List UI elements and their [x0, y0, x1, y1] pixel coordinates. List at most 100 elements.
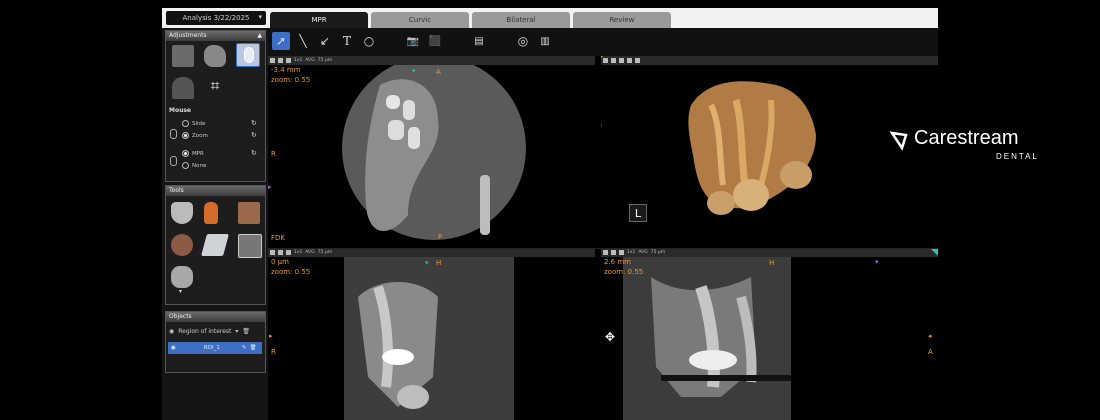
- camera-icon[interactable]: [270, 250, 275, 255]
- text-tool[interactable]: T: [338, 32, 356, 50]
- skull-icon[interactable]: [204, 45, 226, 67]
- purple-marker-icon[interactable]: ▸: [268, 183, 272, 191]
- trash-icon[interactable]: 🗑: [249, 345, 256, 351]
- zoom-level: zoom: 0.55: [271, 76, 311, 84]
- disc-icon[interactable]: ◎: [514, 32, 532, 50]
- reconstruction-label: FDK: [271, 234, 286, 242]
- reset-icon[interactable]: ↻: [251, 131, 257, 139]
- avg-select[interactable]: AVG: [305, 250, 314, 255]
- slice-depth: 2.6 mm: [604, 258, 631, 266]
- arch-icon[interactable]: [172, 77, 194, 99]
- layout-icon[interactable]: [611, 250, 616, 255]
- viewport-axial[interactable]: 1x1 AVG 75 µm -3.4 mm zoom: 0.55 A R L P…: [268, 56, 595, 248]
- app-window: Analysis 3/22/2025 ▾ MPR Curvic Bilatera…: [162, 8, 938, 420]
- viewport-sagittal[interactable]: 1x1 AVG 75 µm 2.6 mm zoom: 0.55 H L P A …: [601, 248, 938, 420]
- horizontal-divider[interactable]: [268, 248, 938, 249]
- layout-icon[interactable]: [627, 58, 632, 63]
- camera-icon[interactable]: [603, 58, 608, 63]
- layout-icon[interactable]: [611, 58, 616, 63]
- purple-marker-icon[interactable]: ◂: [601, 121, 602, 129]
- object-filter-row[interactable]: ◉ Region of interest ▾ 🗑: [169, 326, 261, 336]
- mouse-section-title: Mouse: [169, 107, 192, 114]
- reset-icon[interactable]: ↻: [251, 149, 257, 157]
- radio-label: None: [192, 162, 207, 169]
- green-marker-icon[interactable]: ▾: [412, 67, 416, 75]
- expand-icon[interactable]: ▾: [179, 288, 182, 295]
- tab-mpr[interactable]: MPR: [270, 12, 368, 28]
- viewport-toolbar: 1x1 AVG 75 µm: [601, 248, 938, 257]
- tools-panel: Tools ▾: [165, 185, 266, 305]
- camera-icon[interactable]: [603, 250, 608, 255]
- implant-icon[interactable]: [171, 266, 193, 288]
- image-icon[interactable]: [238, 234, 262, 258]
- roi-item[interactable]: ◉ ROI_1 ✎ 🗑: [168, 342, 262, 354]
- circle-tool[interactable]: ○: [360, 32, 378, 50]
- avg-select[interactable]: AVG: [305, 58, 314, 63]
- arrow-tool[interactable]: ↙: [316, 32, 334, 50]
- zoom-level: zoom: 0.55: [271, 268, 311, 276]
- viewport-toolbar: 1x1 AVG 75 µm: [268, 56, 595, 65]
- tooth-icon[interactable]: [204, 202, 218, 224]
- reset-icon[interactable]: ↻: [251, 119, 257, 127]
- camera-icon[interactable]: 📷: [404, 32, 422, 50]
- slice-depth: 0 µm: [271, 258, 289, 266]
- vertical-divider[interactable]: [595, 56, 601, 420]
- region-select[interactable]: Region of interest: [178, 328, 231, 335]
- layout-icon[interactable]: [635, 58, 640, 63]
- pencil-icon[interactable]: ✎: [242, 345, 247, 351]
- trash-icon[interactable]: 🗑: [242, 328, 250, 335]
- mouse-adjust-icon[interactable]: [236, 43, 260, 67]
- panel-title: Adjustments: [169, 32, 207, 39]
- crop-icon[interactable]: ⌗: [204, 75, 226, 97]
- top-bar: Analysis 3/22/2025 ▾ MPR Curvic Bilatera…: [162, 8, 938, 28]
- layout-icon[interactable]: [286, 58, 291, 63]
- radio-mpr[interactable]: MPR: [182, 150, 204, 157]
- radio-zoom[interactable]: Zoom: [182, 132, 208, 139]
- layout-icon[interactable]: [278, 58, 283, 63]
- objects-panel: Objects ◉ Region of interest ▾ 🗑 ◉ ROI_1…: [165, 311, 266, 373]
- orange-marker-icon[interactable]: ▸: [269, 332, 273, 340]
- collapse-icon[interactable]: ▲: [257, 31, 262, 41]
- mouse-icon: [170, 129, 177, 139]
- radio-slide[interactable]: Slide: [182, 120, 205, 127]
- slice-icon[interactable]: [201, 234, 229, 256]
- panel-header: Adjustments ▲: [166, 31, 265, 41]
- orange-marker-icon[interactable]: ◂: [928, 332, 932, 340]
- jaw-icon[interactable]: [171, 202, 193, 224]
- eye-icon[interactable]: ◉: [169, 328, 174, 335]
- adjustments-panel: Adjustments ▲ ⌗ Mouse Slide Zoom ↻ ↻ MPR…: [165, 30, 266, 182]
- brand-name: Carestream: [914, 127, 1019, 149]
- grayscale-icon[interactable]: [172, 45, 194, 67]
- avg-select[interactable]: AVG: [638, 250, 647, 255]
- eye-icon[interactable]: ◉: [171, 345, 176, 351]
- coronal-image: [344, 257, 514, 420]
- viewport-toolbar: [601, 56, 938, 65]
- radio-none[interactable]: None: [182, 162, 206, 169]
- carestream-logo: Carestream DENTAL: [888, 127, 1058, 167]
- orientation-cube[interactable]: L: [629, 204, 647, 222]
- face-icon[interactable]: [171, 234, 193, 256]
- tab-bilateral[interactable]: Bilateral: [472, 12, 570, 28]
- viewport-coronal[interactable]: 1x1 AVG 75 µm 0 µm zoom: 0.55 H R ▾ ▸: [268, 248, 595, 420]
- viewport-toolbar: 1x1 AVG 75 µm: [268, 248, 595, 257]
- sagittal-image: [623, 257, 791, 420]
- camera-icon[interactable]: [270, 58, 275, 63]
- export-icon[interactable]: ⬛: [426, 32, 444, 50]
- chevron-down-icon: ▾: [235, 327, 239, 335]
- pointer-tool[interactable]: ➚: [272, 32, 290, 50]
- skull-3d-icon[interactable]: [238, 202, 260, 224]
- mouse-icon: [170, 156, 177, 166]
- analysis-select[interactable]: Analysis 3/22/2025 ▾: [166, 11, 266, 25]
- purple-marker-icon[interactable]: ▾: [875, 258, 879, 266]
- layout-icon[interactable]: [278, 250, 283, 255]
- print-icon[interactable]: ▥: [536, 32, 554, 50]
- tab-review[interactable]: Review: [573, 12, 671, 28]
- layout-icon[interactable]: [286, 250, 291, 255]
- report-icon[interactable]: ▤: [470, 32, 488, 50]
- layout-icon[interactable]: [619, 250, 624, 255]
- green-marker-icon[interactable]: ▾: [425, 259, 429, 267]
- line-tool[interactable]: ╲: [294, 32, 312, 50]
- panel-header: Tools: [166, 186, 265, 196]
- tab-curvic[interactable]: Curvic: [371, 12, 469, 28]
- layout-icon[interactable]: [619, 58, 624, 63]
